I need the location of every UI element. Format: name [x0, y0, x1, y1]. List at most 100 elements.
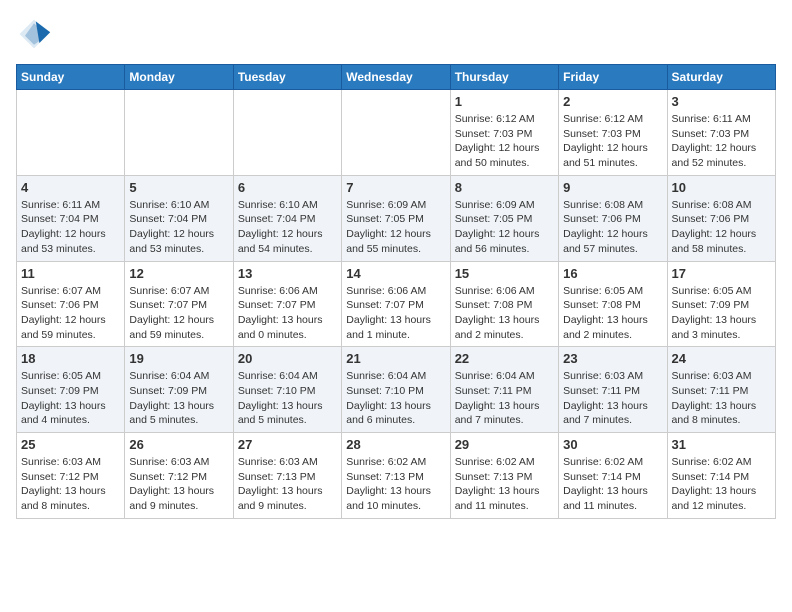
- day-info: Sunrise: 6:03 AM Sunset: 7:13 PM Dayligh…: [238, 455, 337, 514]
- calendar-cell: 13Sunrise: 6:06 AM Sunset: 7:07 PM Dayli…: [233, 261, 341, 347]
- calendar-cell: 23 Sunrise: 6:03 AM Sunset: 7:11 PM Dayli…: [559, 347, 667, 433]
- day-info: Sunrise: 6:05 AM Sunset: 7:09 PM Dayligh…: [21, 369, 120, 428]
- weekday-header-sunday: Sunday: [17, 65, 125, 90]
- calendar-table: SundayMondayTuesdayWednesdayThursdayFrid…: [16, 64, 776, 519]
- day-info: Sunrise: 6:05 AM Sunset: 7:08 PM Dayligh…: [563, 284, 662, 343]
- day-number: 18: [21, 351, 120, 366]
- week-row-4: 18 Sunrise: 6:05 AM Sunset: 7:09 PM Dayli…: [17, 347, 776, 433]
- day-info: Sunrise: 6:08 AM Sunset: 7:06 PM Dayligh…: [563, 198, 662, 257]
- day-info: Sunrise: 6:03 AM Sunset: 7:11 PM Dayligh…: [563, 369, 662, 428]
- weekday-header-thursday: Thursday: [450, 65, 558, 90]
- calendar-cell: 19Sunrise: 6:04 AM Sunset: 7:09 PM Dayli…: [125, 347, 233, 433]
- day-info: Sunrise: 6:04 AM Sunset: 7:10 PM Dayligh…: [346, 369, 445, 428]
- calendar-cell: 8Sunrise: 6:09 AM Sunset: 7:05 PM Daylig…: [450, 175, 558, 261]
- week-row-2: 4 Sunrise: 6:11 AM Sunset: 7:04 PM Daylig…: [17, 175, 776, 261]
- calendar-cell: 12 Sunrise: 6:07 AM Sunset: 7:07 PM Dayli…: [125, 261, 233, 347]
- day-number: 14: [346, 266, 445, 281]
- weekday-header-wednesday: Wednesday: [342, 65, 450, 90]
- calendar-cell: 28 Sunrise: 6:02 AM Sunset: 7:13 PM Dayli…: [342, 433, 450, 519]
- calendar-cell: 24 Sunrise: 6:03 AM Sunset: 7:11 PM Dayli…: [667, 347, 775, 433]
- calendar-cell: 20 Sunrise: 6:04 AM Sunset: 7:10 PM Dayli…: [233, 347, 341, 433]
- calendar-cell: 9 Sunrise: 6:08 AM Sunset: 7:06 PM Daylig…: [559, 175, 667, 261]
- day-number: 29: [455, 437, 554, 452]
- day-info: Sunrise: 6:02 AM Sunset: 7:14 PM Dayligh…: [563, 455, 662, 514]
- calendar-cell: 21 Sunrise: 6:04 AM Sunset: 7:10 PM Dayli…: [342, 347, 450, 433]
- calendar-cell: 16 Sunrise: 6:05 AM Sunset: 7:08 PM Dayli…: [559, 261, 667, 347]
- week-row-3: 11 Sunrise: 6:07 AM Sunset: 7:06 PM Dayli…: [17, 261, 776, 347]
- day-info: Sunrise: 6:12 AM Sunset: 7:03 PM Dayligh…: [563, 112, 662, 171]
- weekday-header-row: SundayMondayTuesdayWednesdayThursdayFrid…: [17, 65, 776, 90]
- day-number: 16: [563, 266, 662, 281]
- calendar-cell: 17Sunrise: 6:05 AM Sunset: 7:09 PM Dayli…: [667, 261, 775, 347]
- calendar-cell: [125, 90, 233, 176]
- calendar-cell: 26Sunrise: 6:03 AM Sunset: 7:12 PM Dayli…: [125, 433, 233, 519]
- week-row-5: 25 Sunrise: 6:03 AM Sunset: 7:12 PM Dayli…: [17, 433, 776, 519]
- calendar-cell: 6 Sunrise: 6:10 AM Sunset: 7:04 PM Daylig…: [233, 175, 341, 261]
- calendar-cell: 4 Sunrise: 6:11 AM Sunset: 7:04 PM Daylig…: [17, 175, 125, 261]
- day-info: Sunrise: 6:06 AM Sunset: 7:07 PM Dayligh…: [346, 284, 445, 343]
- day-info: Sunrise: 6:06 AM Sunset: 7:08 PM Dayligh…: [455, 284, 554, 343]
- day-info: Sunrise: 6:03 AM Sunset: 7:12 PM Dayligh…: [21, 455, 120, 514]
- calendar-cell: 22 Sunrise: 6:04 AM Sunset: 7:11 PM Dayli…: [450, 347, 558, 433]
- day-info: Sunrise: 6:02 AM Sunset: 7:13 PM Dayligh…: [455, 455, 554, 514]
- calendar-cell: 29 Sunrise: 6:02 AM Sunset: 7:13 PM Dayli…: [450, 433, 558, 519]
- day-number: 12: [129, 266, 228, 281]
- day-info: Sunrise: 6:08 AM Sunset: 7:06 PM Dayligh…: [672, 198, 771, 257]
- logo-icon: [16, 16, 52, 52]
- day-info: Sunrise: 6:11 AM Sunset: 7:03 PM Dayligh…: [672, 112, 771, 171]
- calendar-cell: 27 Sunrise: 6:03 AM Sunset: 7:13 PM Dayli…: [233, 433, 341, 519]
- day-number: 28: [346, 437, 445, 452]
- day-number: 24: [672, 351, 771, 366]
- calendar-cell: 11 Sunrise: 6:07 AM Sunset: 7:06 PM Dayli…: [17, 261, 125, 347]
- calendar-cell: 18 Sunrise: 6:05 AM Sunset: 7:09 PM Dayli…: [17, 347, 125, 433]
- day-number: 7: [346, 180, 445, 195]
- day-number: 8: [455, 180, 554, 195]
- day-number: 23: [563, 351, 662, 366]
- calendar-cell: 14 Sunrise: 6:06 AM Sunset: 7:07 PM Dayli…: [342, 261, 450, 347]
- day-info: Sunrise: 6:02 AM Sunset: 7:13 PM Dayligh…: [346, 455, 445, 514]
- calendar-cell: 15 Sunrise: 6:06 AM Sunset: 7:08 PM Dayli…: [450, 261, 558, 347]
- day-number: 25: [21, 437, 120, 452]
- day-info: Sunrise: 6:12 AM Sunset: 7:03 PM Dayligh…: [455, 112, 554, 171]
- calendar-cell: 30 Sunrise: 6:02 AM Sunset: 7:14 PM Dayli…: [559, 433, 667, 519]
- calendar-cell: 5Sunrise: 6:10 AM Sunset: 7:04 PM Daylig…: [125, 175, 233, 261]
- calendar-cell: 2Sunrise: 6:12 AM Sunset: 7:03 PM Daylig…: [559, 90, 667, 176]
- day-info: Sunrise: 6:09 AM Sunset: 7:05 PM Dayligh…: [346, 198, 445, 257]
- calendar-cell: 3 Sunrise: 6:11 AM Sunset: 7:03 PM Daylig…: [667, 90, 775, 176]
- day-number: 15: [455, 266, 554, 281]
- day-number: 4: [21, 180, 120, 195]
- calendar-cell: 25 Sunrise: 6:03 AM Sunset: 7:12 PM Dayli…: [17, 433, 125, 519]
- calendar-cell: [17, 90, 125, 176]
- day-info: Sunrise: 6:04 AM Sunset: 7:10 PM Dayligh…: [238, 369, 337, 428]
- day-number: 10: [672, 180, 771, 195]
- day-number: 30: [563, 437, 662, 452]
- day-info: Sunrise: 6:06 AM Sunset: 7:07 PM Dayligh…: [238, 284, 337, 343]
- calendar-cell: [233, 90, 341, 176]
- calendar-cell: 31Sunrise: 6:02 AM Sunset: 7:14 PM Dayli…: [667, 433, 775, 519]
- day-info: Sunrise: 6:07 AM Sunset: 7:06 PM Dayligh…: [21, 284, 120, 343]
- logo: [16, 16, 58, 52]
- day-info: Sunrise: 6:05 AM Sunset: 7:09 PM Dayligh…: [672, 284, 771, 343]
- calendar-cell: [342, 90, 450, 176]
- day-number: 27: [238, 437, 337, 452]
- day-number: 5: [129, 180, 228, 195]
- day-number: 21: [346, 351, 445, 366]
- calendar-cell: 1Sunrise: 6:12 AM Sunset: 7:03 PM Daylig…: [450, 90, 558, 176]
- day-number: 3: [672, 94, 771, 109]
- day-info: Sunrise: 6:03 AM Sunset: 7:12 PM Dayligh…: [129, 455, 228, 514]
- day-info: Sunrise: 6:04 AM Sunset: 7:11 PM Dayligh…: [455, 369, 554, 428]
- day-number: 20: [238, 351, 337, 366]
- day-info: Sunrise: 6:03 AM Sunset: 7:11 PM Dayligh…: [672, 369, 771, 428]
- weekday-header-monday: Monday: [125, 65, 233, 90]
- day-number: 22: [455, 351, 554, 366]
- weekday-header-tuesday: Tuesday: [233, 65, 341, 90]
- calendar-cell: 10 Sunrise: 6:08 AM Sunset: 7:06 PM Dayli…: [667, 175, 775, 261]
- day-info: Sunrise: 6:10 AM Sunset: 7:04 PM Dayligh…: [238, 198, 337, 257]
- day-number: 11: [21, 266, 120, 281]
- day-number: 9: [563, 180, 662, 195]
- weekday-header-friday: Friday: [559, 65, 667, 90]
- day-info: Sunrise: 6:11 AM Sunset: 7:04 PM Dayligh…: [21, 198, 120, 257]
- day-info: Sunrise: 6:07 AM Sunset: 7:07 PM Dayligh…: [129, 284, 228, 343]
- day-number: 31: [672, 437, 771, 452]
- day-number: 6: [238, 180, 337, 195]
